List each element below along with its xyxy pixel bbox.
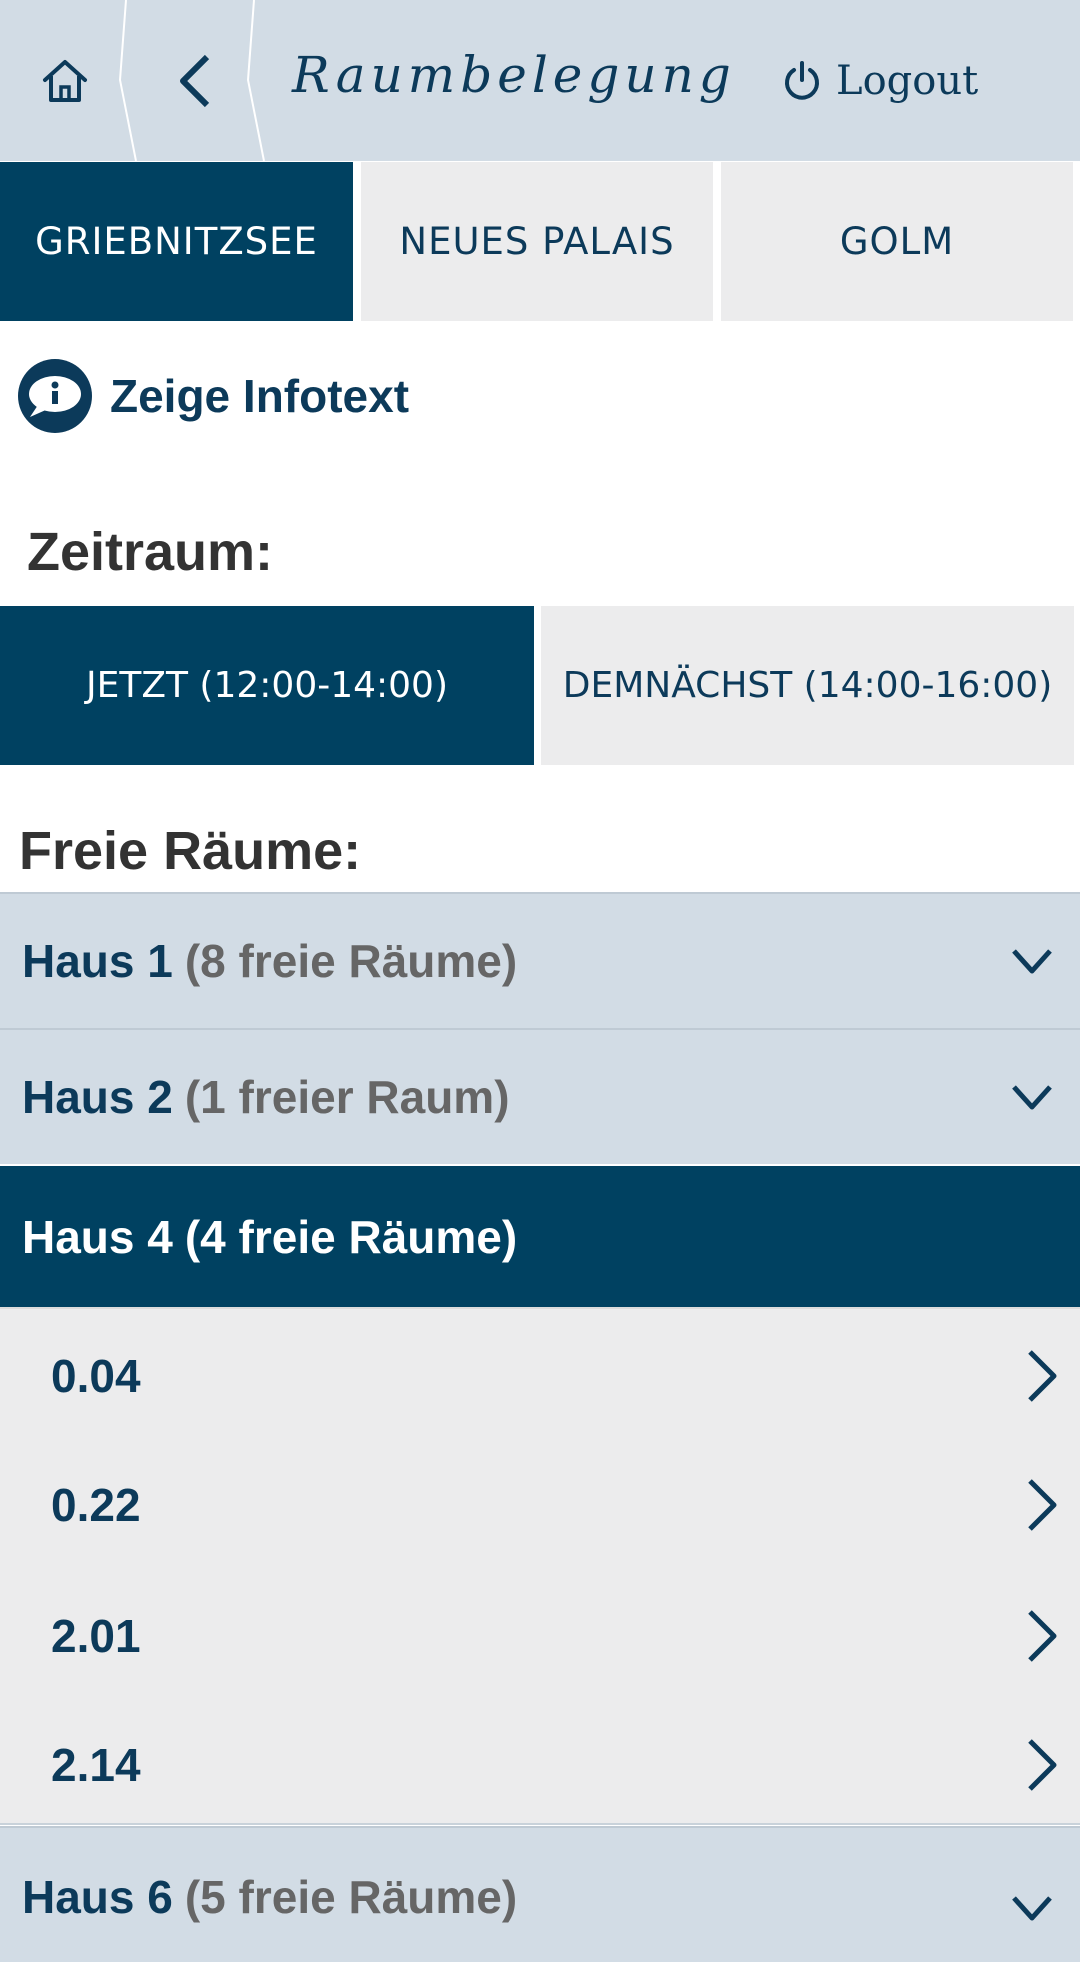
info-speech-bubble-icon — [18, 359, 92, 433]
period-upcoming-button[interactable]: DEMNÄCHST (14:00-16:00) — [541, 606, 1074, 765]
header-divider — [246, 0, 265, 161]
room-number: 2.01 — [51, 1610, 141, 1662]
chevron-right-icon — [1028, 1739, 1057, 1791]
chevron-down-icon — [1012, 949, 1052, 974]
logout-label: Logout — [836, 57, 979, 104]
chevron-down-icon — [1012, 1085, 1052, 1110]
building-count: (5 freie Räume) — [184, 1871, 518, 1923]
building-haus-4[interactable]: Haus 4 (4 freie Räume) — [0, 1166, 1080, 1307]
building-count: (1 freier Raum) — [184, 1071, 510, 1123]
page-title: Raumbelegung — [292, 46, 736, 104]
building-count: (4 freie Räume) — [184, 1210, 518, 1263]
building-haus-6[interactable]: Haus 6 (5 freie Räume) — [0, 1826, 1080, 1962]
power-icon — [785, 60, 819, 100]
building-name: Haus 2 — [22, 1071, 173, 1123]
chevron-right-icon — [1028, 1479, 1057, 1531]
home-button[interactable] — [0, 0, 130, 161]
room-number: 0.04 — [51, 1350, 141, 1402]
tab-griebnitzsee[interactable]: GRIEBNITZSEE — [0, 162, 353, 321]
building-count: (8 freie Räume) — [184, 935, 518, 987]
free-rooms-heading: Freie Räume: — [19, 821, 362, 881]
room-item[interactable]: 0.04 — [0, 1311, 1080, 1441]
room-number: 0.22 — [51, 1479, 141, 1531]
room-number: 2.14 — [51, 1739, 141, 1791]
building-name: Haus 4 — [22, 1210, 173, 1263]
building-haus-2[interactable]: Haus 2 (1 freier Raum) — [0, 1028, 1080, 1164]
chevron-down-icon — [1012, 1896, 1052, 1921]
show-info-text-link[interactable]: Zeige Infotext — [16, 356, 409, 436]
period-now-button[interactable]: JETZT (12:00-14:00) — [0, 606, 534, 765]
tab-golm[interactable]: GOLM — [721, 162, 1073, 321]
period-heading: Zeitraum: — [27, 522, 274, 582]
logout-button[interactable]: Logout — [782, 0, 978, 161]
building-haus-1[interactable]: Haus 1 (8 freie Räume) — [0, 892, 1080, 1028]
room-list: 0.04 0.22 2.01 2.14 — [0, 1307, 1080, 1825]
top-bar: Raumbelegung Logout — [0, 0, 1080, 161]
room-item[interactable]: 2.01 — [0, 1571, 1080, 1701]
room-item[interactable]: 0.22 — [0, 1440, 1080, 1570]
building-name: Haus 1 — [22, 935, 173, 987]
chevron-right-icon — [1028, 1350, 1057, 1402]
chevron-left-icon — [180, 54, 210, 107]
building-name: Haus 6 — [22, 1871, 173, 1923]
room-item[interactable]: 2.14 — [0, 1700, 1080, 1830]
home-icon — [43, 59, 87, 102]
chevron-right-icon — [1028, 1610, 1057, 1662]
info-label: Zeige Infotext — [110, 370, 410, 422]
tab-neues-palais[interactable]: NEUES PALAIS — [361, 162, 713, 321]
